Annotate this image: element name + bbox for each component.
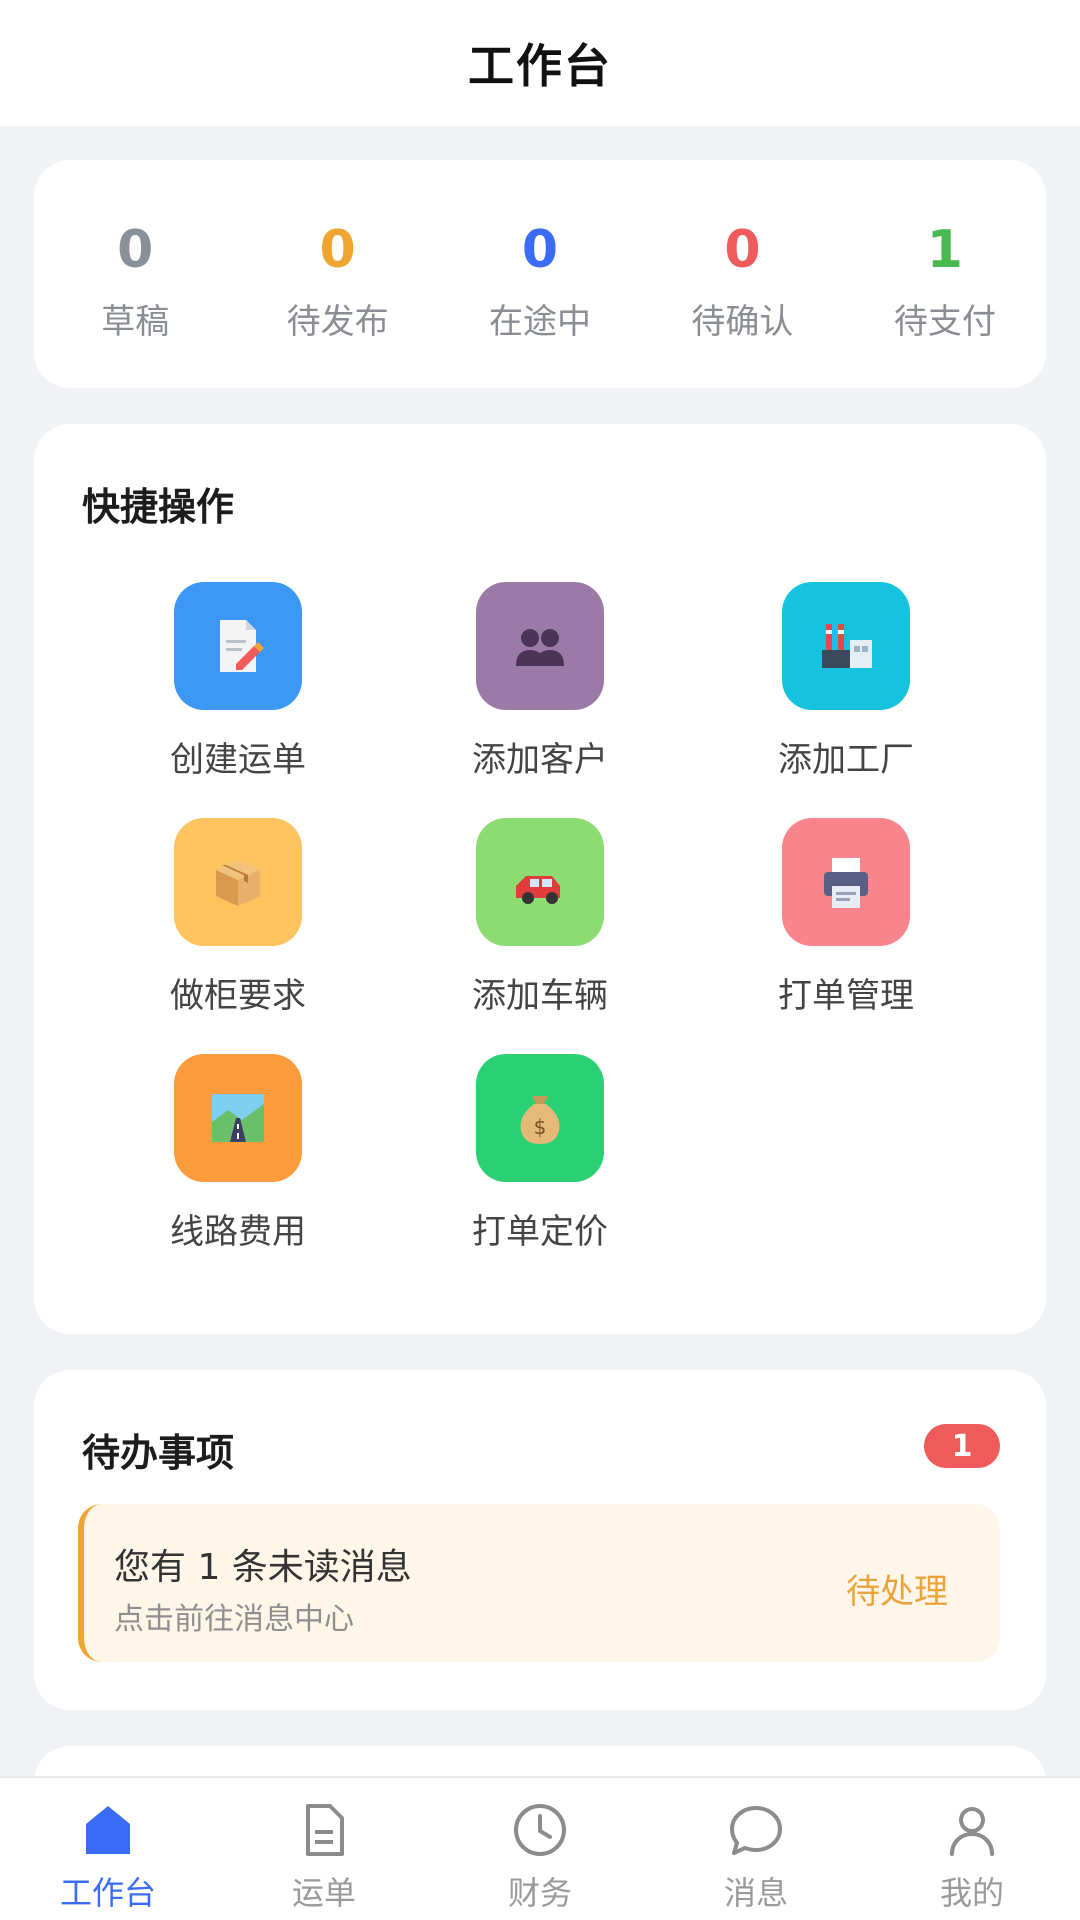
stat-value: 0 — [117, 220, 154, 280]
action-add-customer[interactable]: 添加客户 — [390, 582, 690, 802]
stat-value: 0 — [724, 220, 761, 280]
stat-in-transit[interactable]: 0 在途中 — [439, 160, 641, 388]
action-label: 线路费用 — [170, 1212, 306, 1252]
action-label: 做柜要求 — [170, 976, 306, 1016]
stat-pending-confirm[interactable]: 0 待确认 — [641, 160, 843, 388]
stat-label: 待支付 — [893, 302, 996, 342]
action-container-requirements[interactable]: 做柜要求 — [88, 818, 388, 1038]
quick-actions-card: 快捷操作 创建运单 添加客户 添加工厂 做柜要求 添加车辆 打单管理 线路费用 … — [34, 424, 1046, 1334]
box-icon — [216, 860, 260, 906]
road-icon — [212, 1094, 264, 1142]
tab-waybill[interactable]: 运单 — [216, 1778, 432, 1920]
stat-draft[interactable]: 0 草稿 — [34, 160, 236, 388]
tab-label: 运单 — [291, 1874, 356, 1912]
money-bag-icon: $ — [520, 1096, 560, 1144]
action-label: 添加客户 — [472, 740, 608, 780]
tab-messages[interactable]: 消息 — [648, 1778, 864, 1920]
home-icon — [86, 1806, 130, 1854]
action-tile: $ — [476, 1054, 604, 1182]
action-label: 添加工厂 — [778, 740, 914, 780]
action-tile — [174, 582, 302, 710]
action-print-pricing[interactable]: $ 打单定价 — [390, 1054, 690, 1274]
action-print-management[interactable]: 打单管理 — [696, 818, 996, 1038]
stat-label: 在途中 — [489, 302, 592, 342]
action-add-vehicle[interactable]: 添加车辆 — [390, 818, 690, 1038]
stat-label: 待确认 — [691, 302, 794, 342]
action-tile — [782, 818, 910, 946]
tab-finance[interactable]: 财务 — [432, 1778, 648, 1920]
tab-label: 我的 — [939, 1874, 1004, 1912]
todo-item-subtext: 点击前往消息中心 — [114, 1602, 354, 1637]
clock-icon — [514, 1804, 566, 1856]
action-tile — [782, 582, 910, 710]
tab-workbench[interactable]: 工作台 — [0, 1778, 216, 1920]
action-create-waybill[interactable]: 创建运单 — [88, 582, 388, 802]
todo-unread-message-item[interactable]: 您有 1 条未读消息 点击前往消息中心 待处理 — [78, 1504, 1000, 1662]
user-icon — [950, 1807, 994, 1856]
stat-value: 0 — [319, 220, 356, 280]
tab-label: 财务 — [507, 1874, 572, 1912]
stat-label: 草稿 — [101, 302, 170, 342]
factory-icon — [822, 624, 872, 668]
action-label: 打单管理 — [778, 976, 914, 1016]
action-tile — [174, 1054, 302, 1182]
svg-text:$: $ — [534, 1115, 547, 1139]
todo-title: 待办事项 — [82, 1431, 235, 1475]
tab-label: 工作台 — [59, 1874, 156, 1912]
chat-bubble-icon — [730, 1806, 782, 1855]
todo-item-status: 待处理 — [846, 1572, 948, 1612]
quick-actions-grid: 创建运单 添加客户 添加工厂 做柜要求 添加车辆 打单管理 线路费用 $ 打单定… — [34, 424, 1046, 1334]
car-icon — [516, 876, 560, 904]
page-title: 工作台 — [468, 39, 612, 93]
stat-pending-payment[interactable]: 1 待支付 — [844, 160, 1046, 388]
document-edit-icon — [220, 620, 264, 672]
action-label: 添加车辆 — [472, 976, 608, 1016]
tab-label: 消息 — [723, 1874, 788, 1912]
action-tile — [476, 582, 604, 710]
stat-value: 1 — [926, 220, 963, 280]
printer-icon — [824, 858, 868, 908]
document-icon — [306, 1804, 344, 1856]
action-route-fees[interactable]: 线路费用 — [88, 1054, 388, 1274]
bottom-tab-bar: 工作台 运单 财务 消息 我的 — [0, 1776, 1080, 1920]
action-label: 创建运单 — [170, 740, 306, 780]
todo-count-badge: 1 — [924, 1424, 1000, 1468]
stat-value: 0 — [521, 220, 559, 280]
todo-card: 待办事项 1 您有 1 条未读消息 点击前往消息中心 待处理 — [34, 1370, 1046, 1710]
todo-item-text: 您有 1 条未读消息 — [114, 1547, 412, 1588]
stat-label: 待发布 — [286, 302, 389, 342]
tab-mine[interactable]: 我的 — [864, 1778, 1080, 1920]
top-header: 工作台 — [0, 0, 1080, 126]
stat-pending-publish[interactable]: 0 待发布 — [236, 160, 438, 388]
action-add-factory[interactable]: 添加工厂 — [696, 582, 996, 802]
stats-card: 0 草稿 0 待发布 0 在途中 0 待确认 1 待支付 — [34, 160, 1046, 388]
action-tile — [476, 818, 604, 946]
action-tile — [174, 818, 302, 946]
action-label: 打单定价 — [472, 1212, 608, 1252]
people-icon — [516, 629, 564, 666]
